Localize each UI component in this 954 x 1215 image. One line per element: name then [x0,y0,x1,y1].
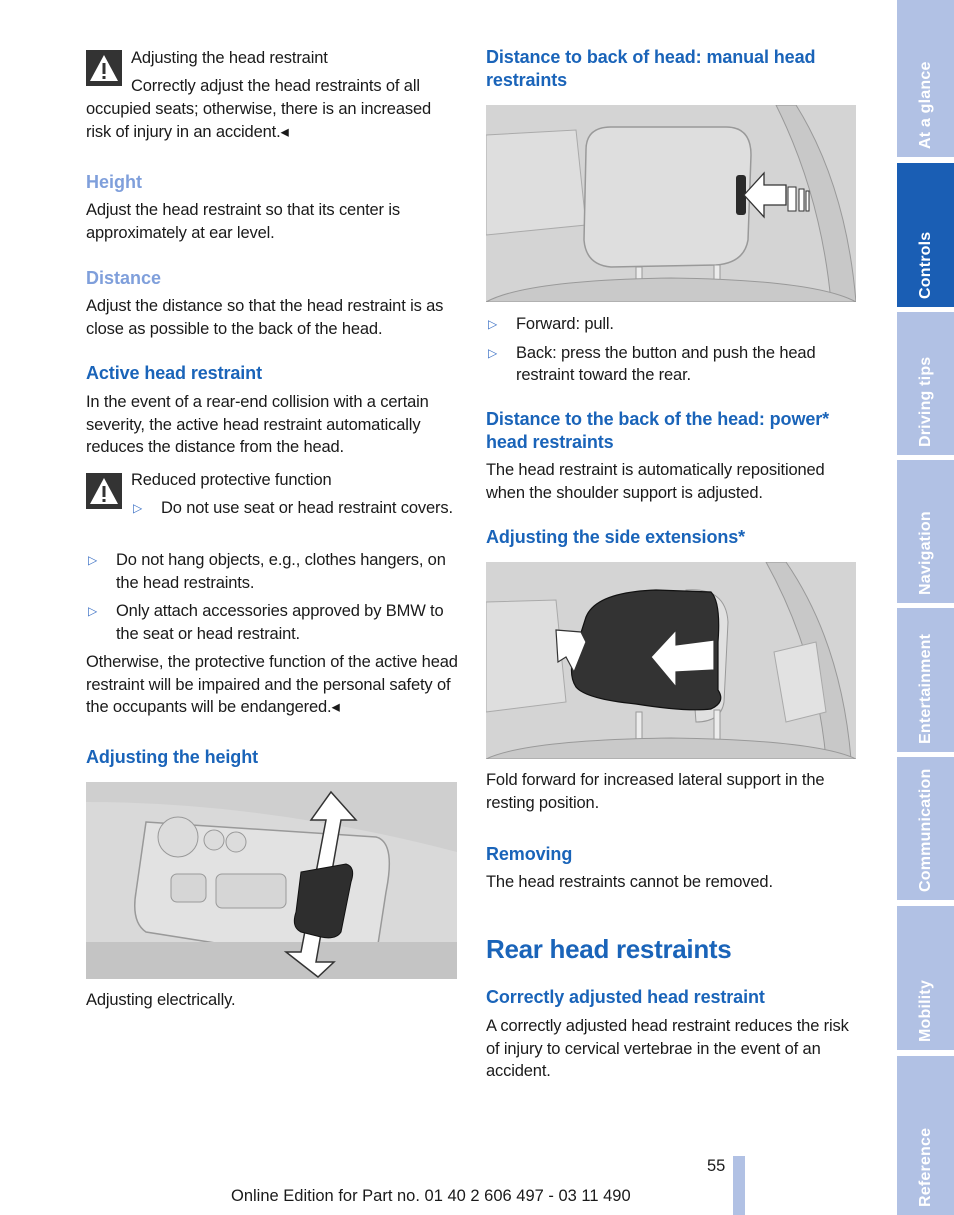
heading-active-head-restraint: Active head restraint [86,363,262,383]
warning-title: Adjusting the head restraint [131,49,328,67]
warning-title: Reduced protective function [131,471,332,489]
bullet-triangle-icon: ▷ [488,345,498,360]
manual-bullet-list: ▷ Forward: pull. ▷ Back: press the button … [486,313,858,393]
otherwise-text: Otherwise, the protective function of th… [86,653,458,716]
height-text: Adjust the head restraint so that its ce… [86,201,400,242]
tab-communication[interactable]: Communication [897,757,954,900]
list-item: ▷ Do not use seat or head restraint cover… [131,497,461,520]
warning-triangle-icon [86,50,122,86]
removing-text: The head restraints cannot be removed. [486,873,773,891]
side-extensions-illustration [486,562,856,759]
page-number: 55 [707,1157,726,1175]
bullet-triangle-icon: ▷ [88,604,98,618]
tab-mobility[interactable]: Mobility [897,906,954,1050]
warning-text-first: Correctly adjust the head restraints of … [131,77,420,95]
list-item: ▷ Forward: pull. [486,313,858,336]
warning-text: occupied seats; otherwise, there is an i… [86,100,431,141]
bullet-triangle-icon: ▷ [88,553,98,567]
tab-entertainment[interactable]: Entertainment [897,608,954,752]
heading-correctly-adjusted: Correctly adjusted head restraint [486,987,765,1007]
rear-text: A correctly adjusted head restraint redu… [486,1017,849,1080]
tab-controls[interactable]: Controls [897,163,954,307]
warning-bullet-list: ▷ Do not use seat or head restraint cover… [131,497,461,526]
active-text: In the event of a rear-end collision wit… [86,393,429,456]
tab-at-a-glance[interactable]: At a glance [897,0,954,157]
tab-driving-tips[interactable]: Driving tips [897,312,954,455]
bullet-list: ▷ Do not hang objects, e.g., clothes hang… [86,549,460,651]
tab-navigation[interactable]: Navigation [897,460,954,603]
section-title-rear-head-restraints: Rear head restraints [486,934,732,964]
list-item: ▷ Back: press the button and push the hea… [488,343,816,385]
tab-reference[interactable]: Reference [897,1056,954,1215]
footer-edition: Online Edition for Part no. 01 40 2 606 … [231,1187,631,1205]
list-item: ▷ Only attach accessories approved by BMW… [88,602,444,643]
heading-power-head-restraints: Distance to the back of the head: power*… [486,409,830,452]
bullet-triangle-icon: ▷ [133,501,143,515]
seat-control-switch-illustration [86,782,457,979]
chapter-tabs: At a glance Controls Driving tips Naviga… [897,0,954,1215]
heading-manual-head-restraints: Distance to back of head: manual head re… [486,47,816,90]
side-extensions-text: Fold forward for increased lateral suppo… [486,771,825,812]
power-text: The head restraint is automatically repo… [486,461,825,502]
heading-adjusting-height: Adjusting the height [86,747,258,767]
figure-caption: Adjusting electrically. [86,991,236,1009]
heading-removing: Removing [486,844,573,864]
bullet-triangle-icon: ▷ [488,317,498,331]
heading-side-extensions: Adjusting the side extensions* [486,527,746,547]
page-marker-bar [733,1156,745,1215]
distance-text: Adjust the distance so that the head res… [86,297,444,338]
list-item: ▷ Do not hang objects, e.g., clothes hang… [88,551,446,592]
heading-height: Height [86,172,142,192]
heading-distance: Distance [86,268,162,288]
warning-triangle-icon [86,473,122,509]
manual-head-restraint-illustration [486,105,856,302]
